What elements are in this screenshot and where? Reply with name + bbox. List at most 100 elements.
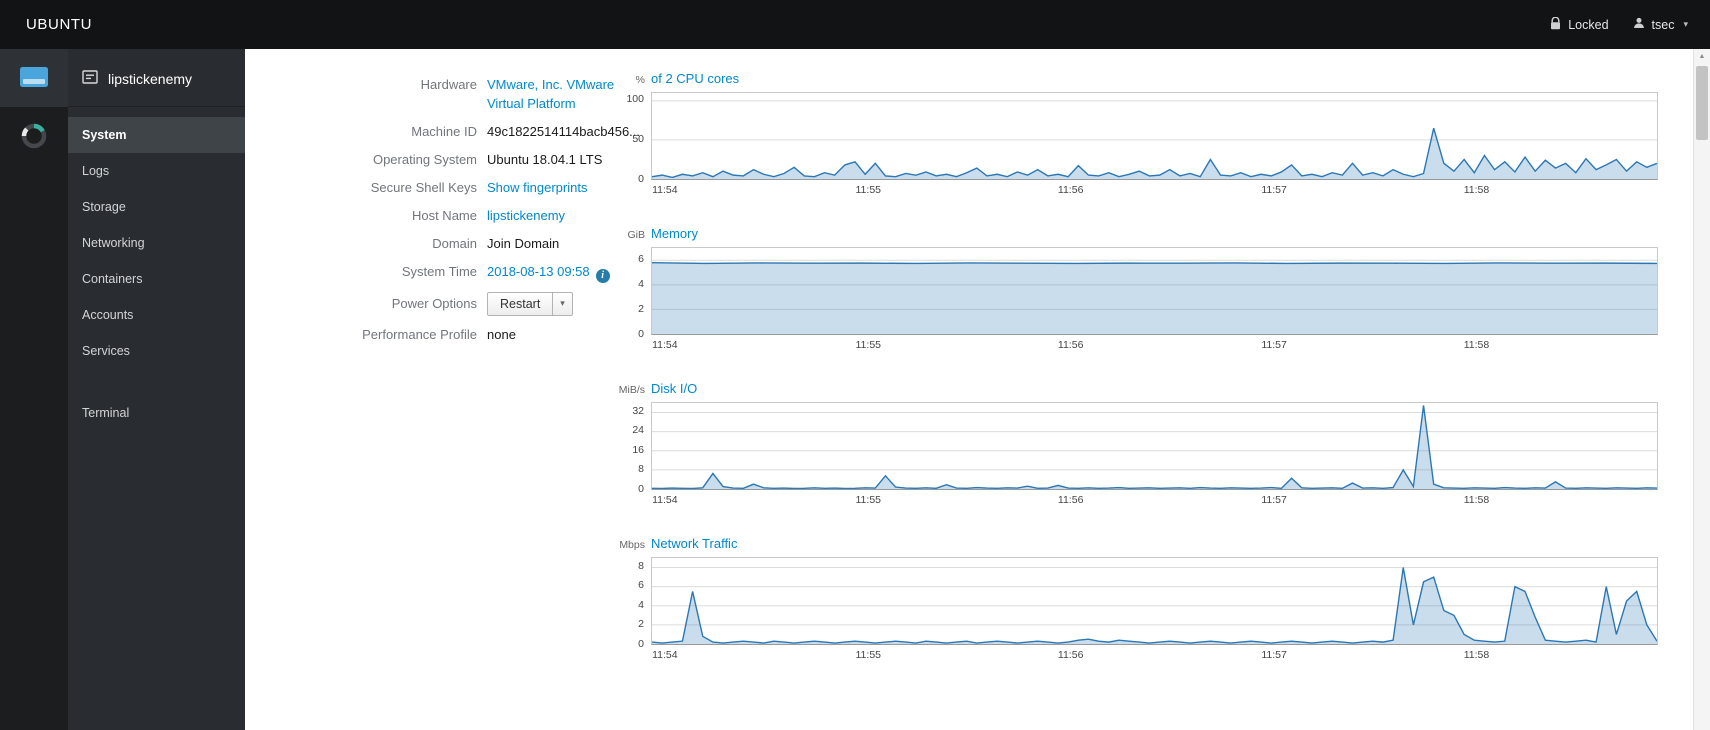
sidebar-item-storage[interactable]: Storage (68, 189, 245, 225)
y-tick-label: 0 (638, 173, 644, 185)
sidebar-item-accounts[interactable]: Accounts (68, 297, 245, 333)
network-traffic-unit: Mbps (619, 539, 645, 551)
memory-chart: GiB Memory 0246 11:54 11:55 11:56 11:57 11:5… (617, 226, 1658, 352)
y-tick-label: 6 (638, 579, 644, 592)
disk-io-unit: MiB/s (618, 384, 645, 396)
y-tick-label: 6 (638, 252, 644, 265)
x-tick-label: 11:56 (1057, 339, 1084, 351)
scroll-up-arrow[interactable]: ▲ (1694, 49, 1710, 64)
disk-io-x-axis: 11:54 11:55 11:56 11:57 11:58 (651, 490, 1658, 507)
cpu-title-link[interactable]: of 2 CPU cores (651, 71, 739, 86)
power-options-label: Power Options (391, 296, 477, 311)
show-fingerprints-link[interactable]: Show fingerprints (487, 178, 587, 197)
x-tick-label: 11:54 (652, 339, 678, 351)
memory-x-axis: 11:54 11:55 11:56 11:57 11:58 (651, 335, 1658, 352)
x-tick-label: 11:54 (652, 494, 678, 506)
x-tick-label: 11:56 (1057, 649, 1084, 661)
memory-title-link[interactable]: Memory (651, 226, 698, 241)
machine-id-label: Machine ID (411, 124, 477, 139)
join-domain-value[interactable]: Join Domain (487, 234, 559, 253)
x-tick-label: 11:57 (1261, 494, 1287, 506)
hardware-label: Hardware (420, 77, 477, 92)
os-label: Operating System (372, 152, 477, 167)
host-name: lipstickenemy (108, 70, 193, 87)
x-tick-label: 11:57 (1261, 339, 1287, 351)
x-tick-label: 11:55 (855, 339, 882, 351)
y-tick-label: 24 (632, 424, 644, 437)
system-time-label: System Time (401, 264, 477, 279)
sidebar-item-containers[interactable]: Containers (68, 261, 245, 297)
scrollbar-thumb[interactable] (1696, 66, 1708, 140)
x-tick-label: 11:58 (1463, 339, 1490, 351)
y-tick-label: 50 (632, 133, 644, 145)
y-tick-label: 4 (638, 277, 644, 290)
host-selector[interactable]: lipstickenemy (68, 49, 245, 107)
os-row: Operating System Ubuntu 18.04.1 LTS (272, 150, 617, 169)
user-icon (1633, 17, 1645, 32)
chevron-down-icon: ▾ (1683, 19, 1688, 29)
cpu-unit: % (635, 74, 645, 86)
power-options-group: Restart ▾ (487, 291, 573, 316)
hostname-link[interactable]: lipstickenemy (487, 206, 565, 225)
machines-icon[interactable] (0, 49, 68, 107)
network-traffic-y-axis: 0 2 4 6 8 (617, 557, 651, 650)
disk-io-title-link[interactable]: Disk I/O (651, 381, 697, 396)
info-icon[interactable]: i (595, 268, 610, 283)
memory-y-axis: 0 2 4 6 (617, 247, 651, 340)
restart-button[interactable]: Restart (487, 291, 554, 316)
scrollbar[interactable]: ▲ (1693, 49, 1710, 730)
os-value: Ubuntu 18.04.1 LTS (487, 152, 603, 167)
x-tick-label: 11:58 (1463, 494, 1490, 506)
user-menu[interactable]: tsec ▾ (1633, 17, 1688, 32)
x-tick-label: 11:57 (1261, 184, 1287, 196)
domain-label: Domain (432, 236, 477, 251)
network-traffic-title-link[interactable]: Network Traffic (651, 536, 737, 551)
charts-panel: % of 2 CPU cores 0 50 100 11:54 11:55 11:56 1… (617, 49, 1658, 730)
host-icon (82, 69, 98, 88)
x-tick-label: 11:55 (855, 184, 882, 196)
lock-icon (1550, 16, 1561, 33)
network-traffic-chart: Mbps Network Traffic 02468 11:54 11:55 11:… (617, 536, 1658, 662)
brand-logo: UBUNTU (26, 16, 93, 33)
network-traffic-x-axis: 11:54 11:55 11:56 11:57 11:58 (651, 645, 1658, 662)
restart-dropdown-button[interactable]: ▾ (553, 291, 573, 316)
ssh-keys-row: Secure Shell Keys Show fingerprints (272, 178, 617, 197)
disk-io-y-axis: 0 8 16 24 32 (617, 402, 651, 495)
hostname-row: Host Name lipstickenemy (272, 206, 617, 225)
sidebar: lipstickenemy System Logs Storage Networ… (68, 49, 245, 730)
sidebar-item-terminal[interactable]: Terminal (68, 395, 245, 431)
sidebar-item-logs[interactable]: Logs (68, 153, 245, 189)
sidebar-item-networking[interactable]: Networking (68, 225, 245, 261)
memory-plot-area (651, 247, 1658, 335)
y-tick-label: 4 (638, 598, 644, 611)
locked-indicator[interactable]: Locked (1550, 16, 1609, 33)
system-time-link[interactable]: 2018-08-13 09:58 (487, 264, 590, 279)
hostname-label: Host Name (411, 208, 477, 223)
y-tick-label: 0 (638, 483, 644, 495)
sidebar-item-system[interactable]: System (68, 117, 245, 153)
sidebar-item-services[interactable]: Services (68, 333, 245, 369)
x-tick-label: 11:55 (855, 494, 882, 506)
dashboard-icon[interactable] (0, 107, 68, 165)
x-tick-label: 11:56 (1057, 184, 1084, 196)
cpu-plot-area (651, 92, 1658, 180)
performance-profile-value: none (487, 326, 516, 342)
y-tick-label: 0 (638, 638, 644, 650)
y-tick-label: 2 (638, 618, 644, 631)
x-tick-label: 11:58 (1463, 649, 1490, 661)
locked-label: Locked (1568, 17, 1609, 32)
y-tick-label: 32 (632, 404, 644, 417)
hardware-link[interactable]: VMware, Inc. VMware Virtual Platform (487, 75, 617, 113)
machine-id-row: Machine ID 49c1822514114bacb456... (272, 122, 640, 141)
main-content: Hardware VMware, Inc. VMware Virtual Pla… (245, 49, 1710, 730)
memory-unit: GiB (627, 229, 645, 241)
y-tick-label: 2 (638, 302, 644, 315)
x-tick-label: 11:55 (855, 649, 882, 661)
network-traffic-plot-area (651, 557, 1658, 645)
disk-io-plot-area (651, 402, 1658, 490)
hardware-row: Hardware VMware, Inc. VMware Virtual Pla… (272, 75, 617, 113)
top-navbar: UBUNTU Locked tsec ▾ (0, 0, 1710, 49)
y-tick-label: 16 (632, 443, 644, 456)
cpu-y-axis: 0 50 100 (617, 92, 651, 185)
domain-row: Domain Join Domain (272, 234, 617, 253)
